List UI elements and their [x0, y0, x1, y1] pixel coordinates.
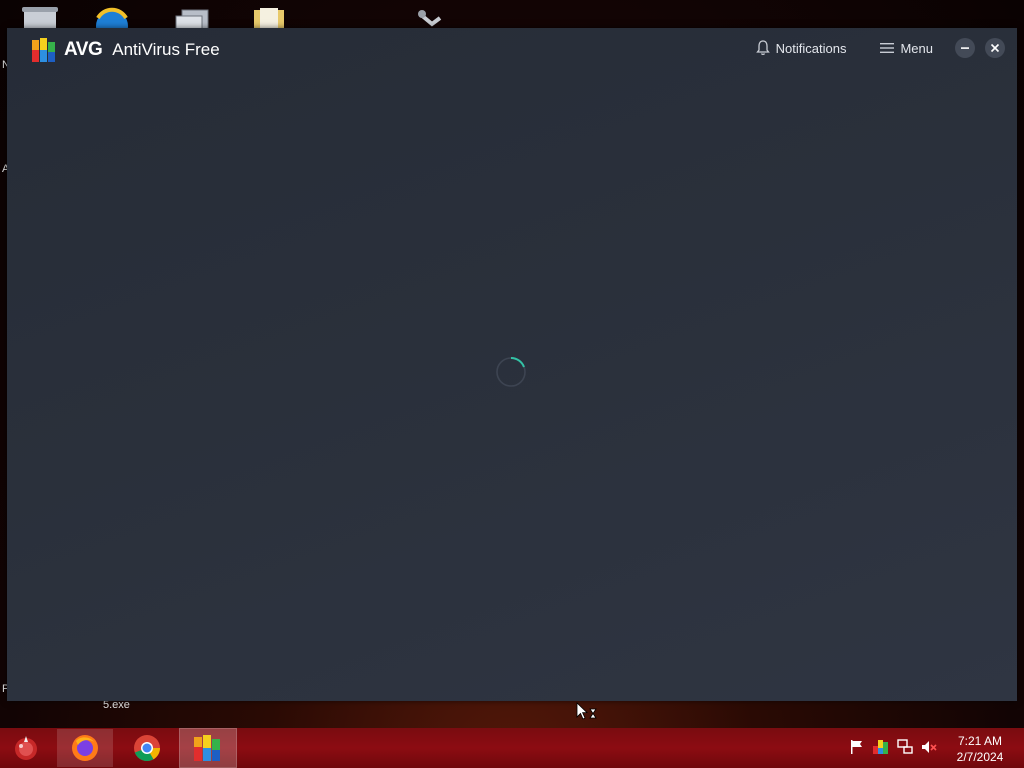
- recycle-bin-icon[interactable]: [20, 4, 60, 30]
- ie-browser-icon[interactable]: [92, 4, 132, 30]
- hamburger-icon: [880, 43, 895, 53]
- notifications-button[interactable]: Notifications: [755, 40, 847, 56]
- bell-icon: [755, 40, 770, 55]
- brand-name: AVG: [64, 39, 103, 60]
- avg-icon: [194, 735, 220, 761]
- clock-date: 2/7/2024: [956, 750, 1004, 764]
- avg-tray-icon[interactable]: [872, 738, 890, 756]
- loading-spinner-icon: [496, 357, 526, 387]
- clock-time: 7:21 AM: [957, 734, 1003, 748]
- taskbar-avg[interactable]: [179, 728, 237, 768]
- taskbar-clock[interactable]: 7:21 AM 2/7/2024: [946, 733, 1014, 765]
- menu-button[interactable]: Menu: [880, 41, 933, 56]
- notifications-label: Notifications: [775, 40, 847, 56]
- menu-label: Menu: [900, 40, 933, 56]
- avg-logo: AVG AntiVirus Free: [30, 36, 220, 64]
- tools-icon[interactable]: [412, 4, 452, 30]
- network-icon[interactable]: [896, 738, 914, 756]
- action-center-flag-icon[interactable]: [848, 738, 866, 756]
- product-name: AntiVirus Free: [112, 40, 220, 59]
- start-button-icon[interactable]: [10, 732, 42, 764]
- system-tray: [848, 738, 944, 756]
- busy-cursor-icon: [576, 702, 597, 720]
- windows-stack-icon[interactable]: [172, 4, 212, 30]
- window-titlebar[interactable]: AVG AntiVirus Free Notifications Menu: [7, 28, 1017, 74]
- volume-muted-icon[interactable]: [920, 738, 938, 756]
- title-actions: Notifications Menu: [755, 38, 1005, 58]
- taskbar-firefox[interactable]: [57, 729, 113, 767]
- chrome-icon: [134, 735, 161, 762]
- minimize-button[interactable]: [955, 38, 975, 58]
- minimize-icon: [961, 47, 969, 49]
- folder-icon[interactable]: [250, 4, 290, 30]
- avg-logo-icon: [32, 38, 55, 62]
- avg-antivirus-window: AVG AntiVirus Free Notifications Menu: [7, 28, 1017, 701]
- taskbar: 7:21 AM 2/7/2024: [0, 728, 1024, 768]
- taskbar-chrome[interactable]: [119, 729, 175, 767]
- close-button[interactable]: [985, 38, 1005, 58]
- close-icon: [990, 43, 1000, 53]
- firefox-icon: [72, 735, 98, 761]
